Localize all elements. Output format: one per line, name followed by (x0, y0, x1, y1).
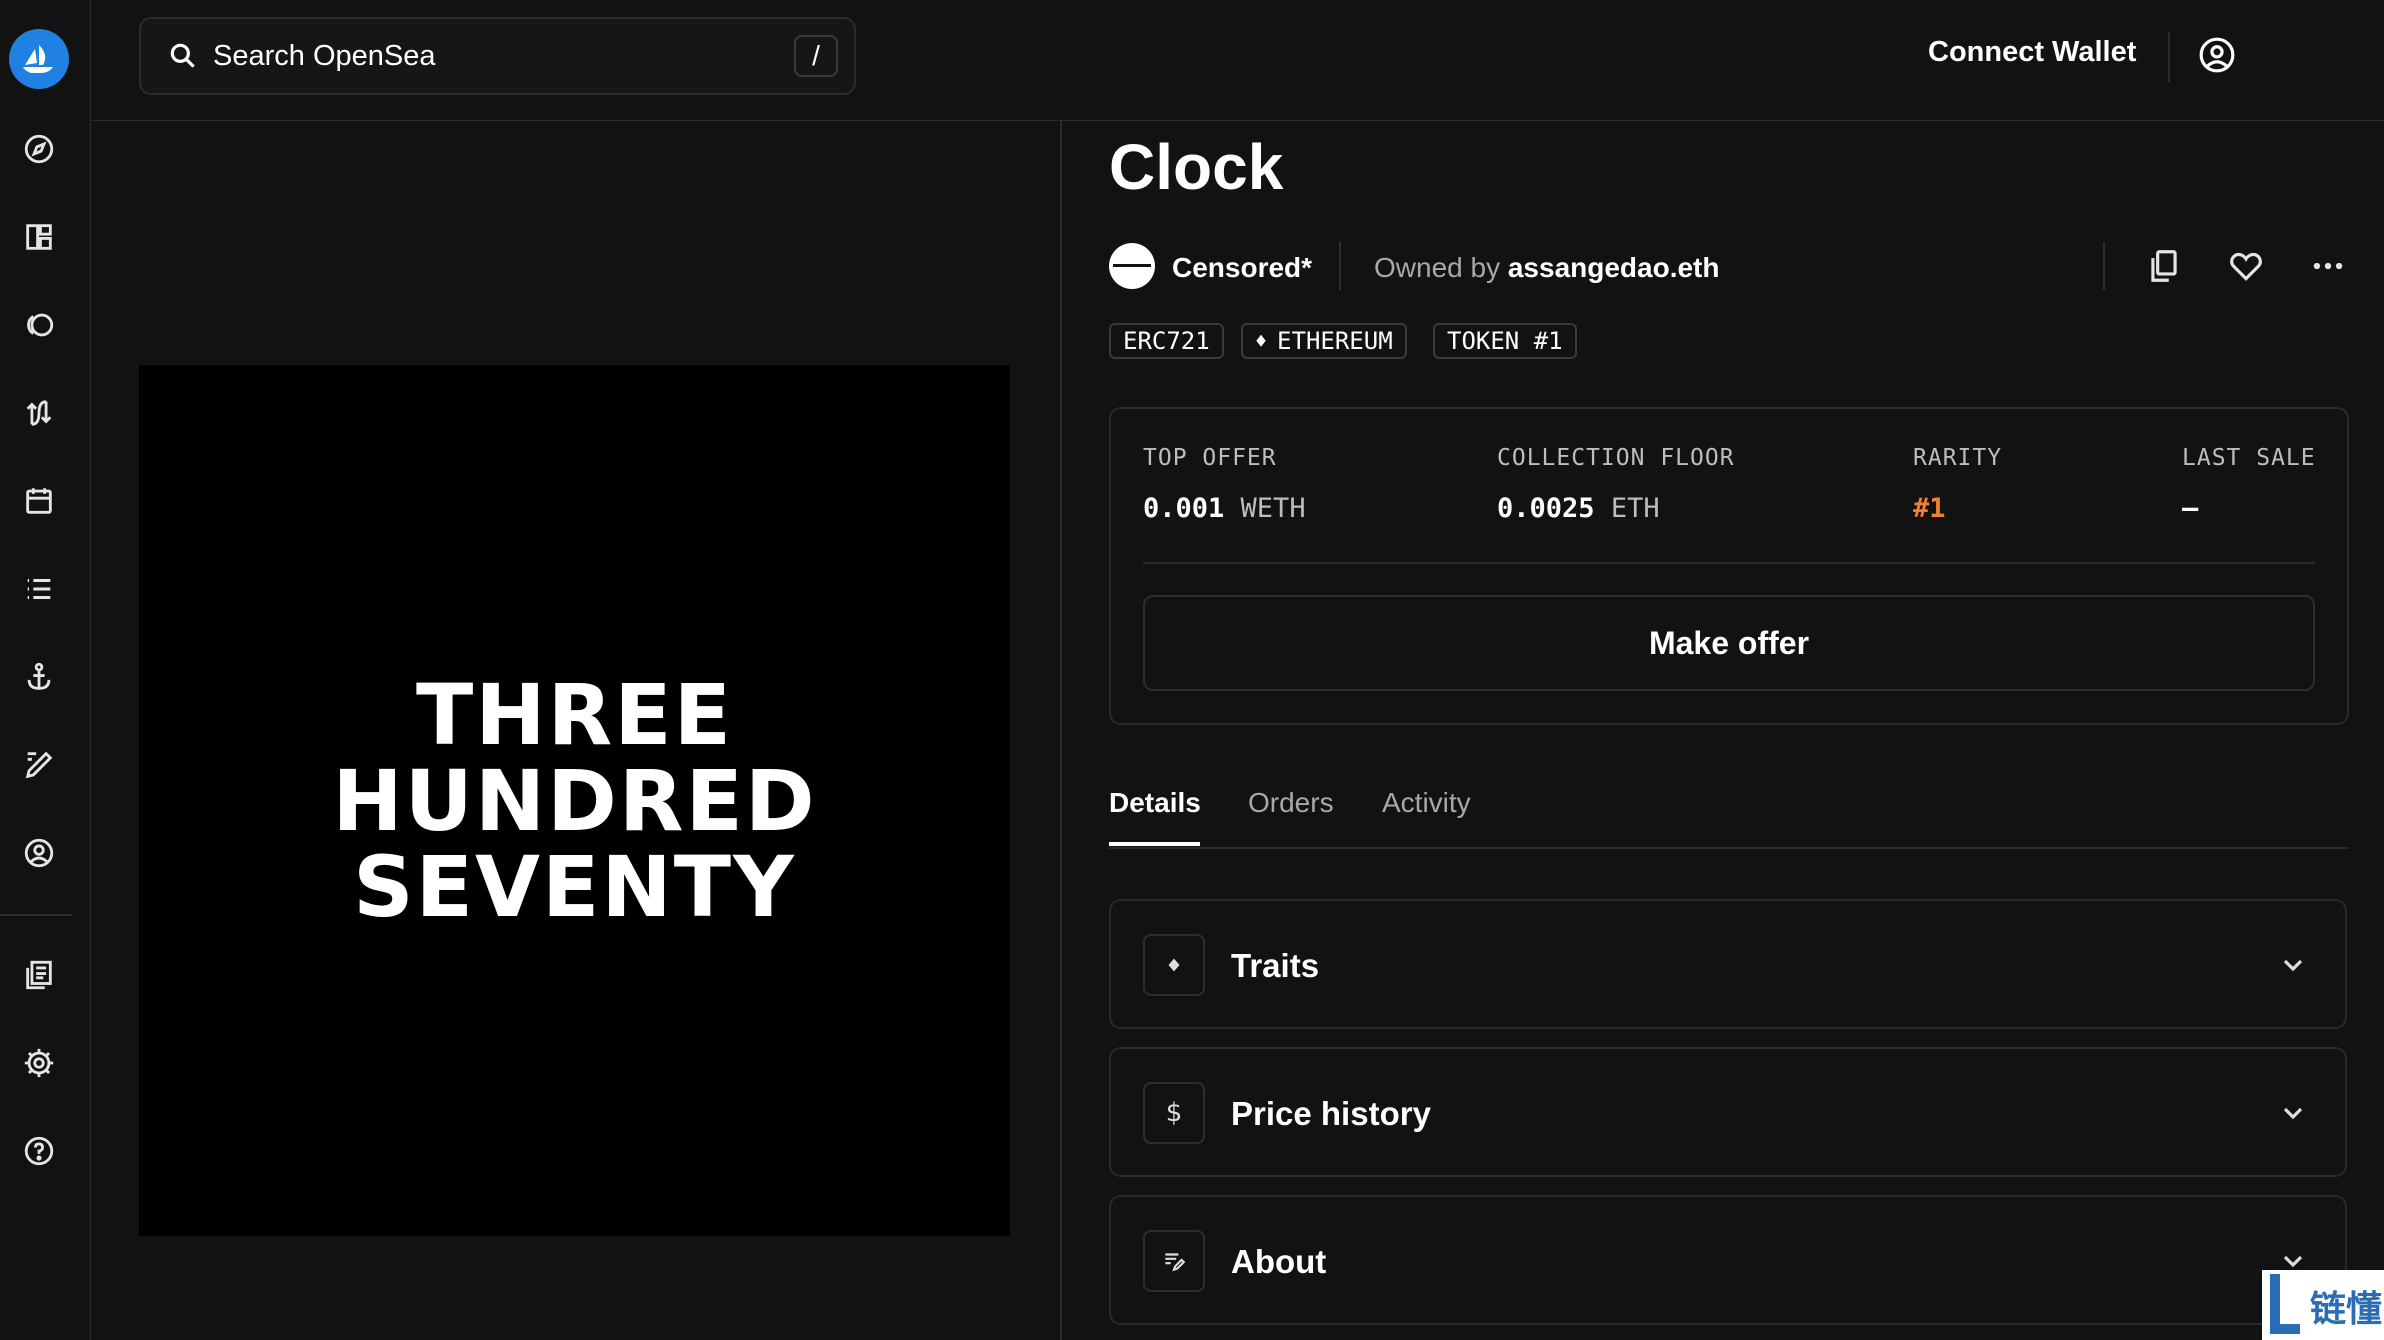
item-title: Clock (1109, 131, 1284, 203)
collection-avatar[interactable] (1109, 243, 1155, 289)
search-placeholder: Search OpenSea (213, 40, 436, 72)
floor-unit: ETH (1610, 493, 1660, 524)
top-offer-amount: 0.001 (1143, 493, 1225, 524)
list-icon[interactable] (21, 571, 57, 607)
profile-icon[interactable] (21, 835, 57, 871)
top-offer-unit: WETH (1240, 493, 1306, 524)
copy-icon[interactable] (2145, 247, 2183, 285)
price-history-accordion[interactable]: $ Price history (1109, 1047, 2347, 1177)
header-divider (2168, 32, 2170, 82)
nft-artwork[interactable]: THREE HUNDRED SEVENTY (139, 365, 1010, 1236)
traits-title: Traits (1231, 947, 1320, 984)
price-history-title: Price history (1231, 1095, 1431, 1132)
sidebar (0, 0, 91, 1340)
opensea-logo-icon[interactable] (9, 29, 69, 89)
top-offer-label: TOP OFFER (1143, 445, 1277, 471)
make-offer-button[interactable]: Make offer (1143, 595, 2315, 691)
media-panel: THREE HUNDRED SEVENTY (90, 120, 1062, 1340)
watermark-text: 链懂 (2310, 1288, 2383, 1329)
settings-icon[interactable] (21, 1045, 57, 1081)
search-icon (170, 43, 195, 68)
about-icon (1143, 1230, 1205, 1292)
chevron-down-icon (2283, 1107, 2303, 1120)
chip-chain: ♦ ETHEREUM (1241, 323, 1407, 359)
last-sale-value: – (2182, 493, 2199, 524)
artwork-line-2: HUNDRED (332, 751, 817, 850)
chip-token-id: TOKEN #1 (1433, 323, 1577, 359)
rarity-value[interactable]: #1 (1913, 493, 1946, 524)
traits-accordion[interactable]: Traits (1109, 899, 2347, 1029)
search-shortcut-key: / (794, 35, 838, 77)
stats-separator (1143, 562, 2315, 564)
owner-link[interactable]: assangedao.eth (1508, 252, 1720, 283)
chip-token-standard: ERC721 (1109, 323, 1224, 359)
watermark-logo: 链懂 (2262, 1270, 2384, 1340)
owned-by: Owned by assangedao.eth (1374, 252, 1720, 284)
floor-label: COLLECTION FLOOR (1497, 445, 1735, 471)
last-sale-label: LAST SALE (2182, 445, 2316, 471)
artwork-line-3: SEVENTY (353, 837, 796, 936)
dashboard-icon[interactable] (21, 219, 57, 255)
anchor-icon[interactable] (21, 659, 57, 695)
chip-chain-label: ETHEREUM (1277, 327, 1393, 355)
active-tab-indicator (1109, 842, 1200, 846)
about-title: About (1231, 1243, 1327, 1280)
artwork-line-1: THREE (415, 665, 734, 764)
more-icon[interactable] (2309, 247, 2347, 285)
diamond-icon (1143, 934, 1205, 996)
ethereum-icon: ♦ (1255, 329, 1268, 353)
floor-value: 0.0025 ETH (1497, 493, 1660, 524)
owned-by-label: Owned by (1374, 252, 1501, 283)
floor-amount: 0.0025 (1497, 493, 1595, 524)
create-icon[interactable] (21, 747, 57, 783)
tab-activity[interactable]: Activity (1382, 787, 1471, 819)
collections-icon[interactable] (21, 307, 57, 343)
tab-orders[interactable]: Orders (1248, 787, 1334, 819)
heart-icon[interactable] (2227, 247, 2265, 285)
compass-icon[interactable] (21, 131, 57, 167)
sidebar-divider (0, 914, 72, 916)
about-accordion[interactable]: About (1109, 1195, 2347, 1325)
connect-wallet-button[interactable]: Connect Wallet (1928, 36, 2136, 69)
owner-divider (1339, 242, 1341, 290)
account-icon[interactable] (2198, 36, 2236, 74)
tab-details[interactable]: Details (1109, 787, 1201, 819)
search-input[interactable]: Search OpenSea / (139, 17, 856, 95)
top-offer-value: 0.001 WETH (1143, 493, 1306, 524)
collection-link[interactable]: Censored* (1172, 252, 1312, 284)
rarity-label: RARITY (1913, 445, 2003, 471)
help-icon[interactable] (21, 1133, 57, 1169)
docs-icon[interactable] (21, 957, 57, 993)
swap-icon[interactable] (21, 395, 57, 431)
stats-panel: TOP OFFER 0.001 WETH COLLECTION FLOOR 0.… (1109, 407, 2349, 725)
calendar-icon[interactable] (21, 483, 57, 519)
chevron-down-icon (2283, 959, 2303, 972)
tabs-divider (1109, 847, 2349, 849)
actions-divider (2103, 242, 2105, 290)
dollar-icon: $ (1143, 1082, 1205, 1144)
